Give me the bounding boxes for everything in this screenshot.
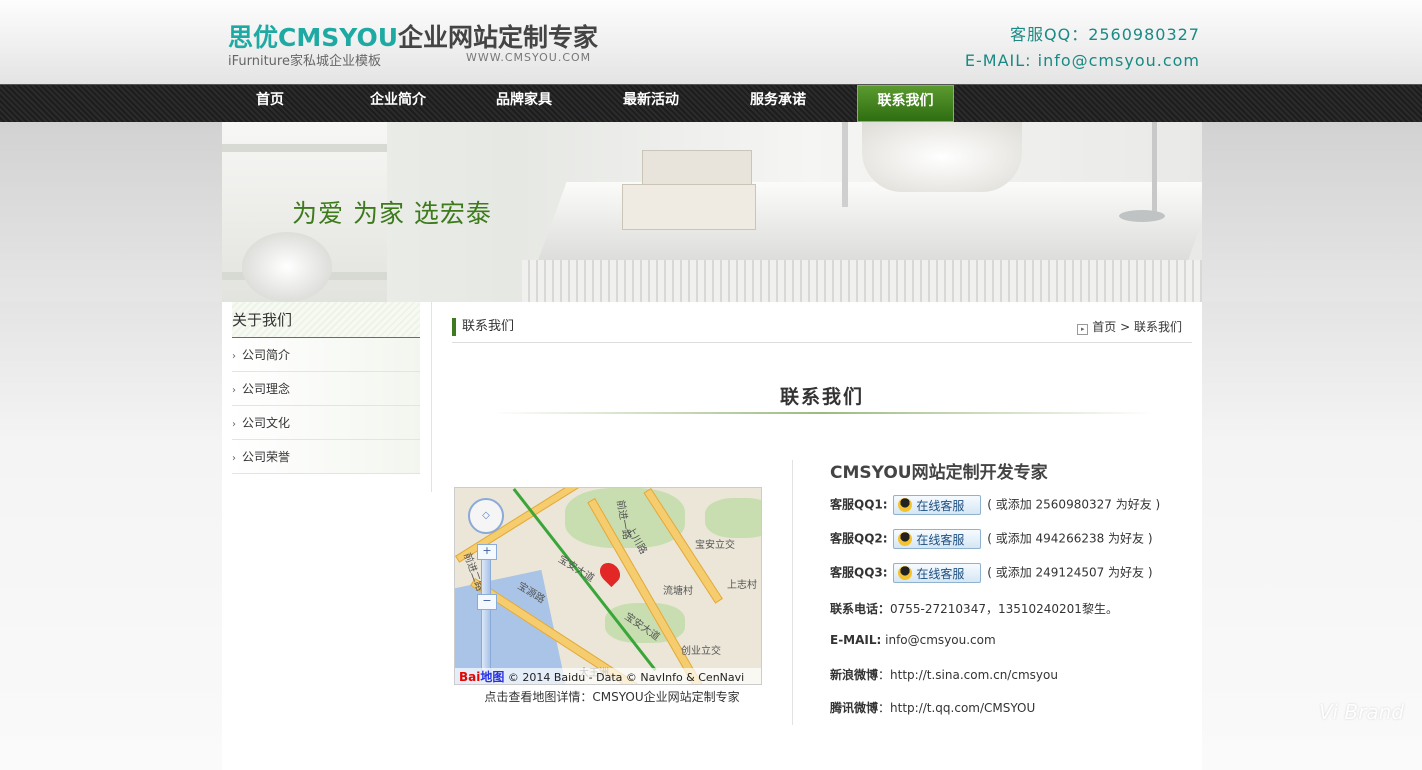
chevron-right-icon: › xyxy=(232,419,236,430)
qq-penguin-icon xyxy=(898,566,913,580)
logo-title: 思优CMSYOU企业网站定制专家 xyxy=(228,18,598,54)
sina-weibo-link[interactable]: ：http://t.sina.com.cn/cmsyou xyxy=(878,668,1058,682)
tencent-weibo-row: 腾讯微博：http://t.qq.com/CMSYOU xyxy=(830,699,1190,716)
nav-home[interactable]: 首页 xyxy=(222,85,318,122)
title-divider xyxy=(492,412,1152,414)
nav-brand-furniture[interactable]: 品牌家具 xyxy=(476,85,572,122)
map-location-marker[interactable] xyxy=(595,558,625,588)
qq-penguin-icon xyxy=(898,498,913,512)
nav-contact-us[interactable]: 联系我们 xyxy=(857,85,954,122)
shelf-board xyxy=(222,144,387,152)
nav-latest-events[interactable]: 最新活动 xyxy=(603,85,699,122)
qq-row-3: 客服QQ3: 在线客服 ( 或添加 249124507 为好友 ) xyxy=(830,563,1190,583)
breadcrumb-home-link[interactable]: 首页 xyxy=(1092,320,1116,334)
map-label: 上志村 xyxy=(727,580,757,591)
sidebar-item-label: 公司文化 xyxy=(242,416,291,430)
banner-slogan: 为爱 为家 选宏泰 xyxy=(292,199,492,228)
sidebar-item-label: 公司理念 xyxy=(242,382,291,396)
sidebar-item-label: 公司荣誉 xyxy=(242,450,291,464)
baidu-logo[interactable]: Bai地图 xyxy=(459,668,504,684)
sidebar-item-label: 公司简介 xyxy=(242,348,291,362)
qq-label: 客服QQ3: xyxy=(830,565,888,580)
qq-label: 客服QQ2: xyxy=(830,531,888,546)
map-footer: Bai地图 © 2014 Baidu - Data © NavInfo & Ce… xyxy=(455,668,761,684)
contact-title: CMSYOU网站定制开发专家 xyxy=(830,463,1048,483)
sidebar-item-company-intro[interactable]: › 公司简介 xyxy=(232,338,420,372)
logo-subtitle: iFurniture家私城企业模板 xyxy=(228,54,381,69)
email-label: E-MAIL: xyxy=(830,633,882,647)
header-contact: 客服QQ：2560980327 E-MAIL: info@cmsyou.com xyxy=(965,22,1200,74)
sidebar-item-company-philosophy[interactable]: › 公司理念 xyxy=(232,372,420,406)
map-zoom-in-button[interactable]: + xyxy=(477,544,497,560)
breadcrumb: ▸ 首页 > 联系我们 xyxy=(1077,319,1182,335)
chevron-right-icon: › xyxy=(232,351,236,362)
header-qq: 客服QQ：2560980327 xyxy=(1010,25,1200,44)
banner-chair-image xyxy=(862,122,1022,192)
column-divider xyxy=(792,460,793,725)
logo-brand-en: CMSYOU xyxy=(278,23,399,52)
banner-candle-stand xyxy=(842,122,848,207)
email-row: E-MAIL: info@cmsyou.com xyxy=(830,633,1190,647)
tencent-weibo-link[interactable]: ：http://t.qq.com/CMSYOU xyxy=(878,701,1035,715)
banner-box-image xyxy=(622,184,756,230)
section-title: 联系我们 xyxy=(452,318,514,336)
breadcrumb-separator: > xyxy=(1120,320,1131,334)
map-label: 宝安立交 xyxy=(695,540,735,551)
sidebar-item-company-culture[interactable]: › 公司文化 xyxy=(232,406,420,440)
logo-url: WWW.CMSYOU.COM xyxy=(466,51,592,64)
map-copyright: © 2014 Baidu - Data © NavInfo & CenNavi xyxy=(507,671,745,684)
chevron-right-icon: › xyxy=(232,385,236,396)
header-background xyxy=(0,0,1422,84)
banner-vase-image xyxy=(242,232,332,302)
sidebar-item-company-honors[interactable]: › 公司荣誉 xyxy=(232,440,420,474)
banner-drawer-image xyxy=(522,260,1202,302)
email-value[interactable]: info@cmsyou.com xyxy=(881,633,996,647)
qq-row-2: 客服QQ2: 在线客服 ( 或添加 494266238 为好友 ) xyxy=(830,529,1190,549)
main-content: 联系我们 ▸首页 > 联系我们 联系我们 宝安立交 上志村 流塘村 创业立交 xyxy=(452,302,1192,770)
qq-note: ( 或添加 249124507 为好友 ) xyxy=(987,565,1153,580)
banner-lamp-stand xyxy=(1152,122,1157,217)
home-icon: ▸ xyxy=(1077,324,1089,335)
breadcrumb-bar: 联系我们 ▸ 首页 > 联系我们 xyxy=(452,314,1192,343)
main-nav: 首页 企业简介 品牌家具 最新活动 服务承诺 联系我们 xyxy=(0,84,1422,122)
nav-service-promise[interactable]: 服务承诺 xyxy=(730,85,826,122)
map-caption-link[interactable]: 点击查看地图详情：CMSYOU企业网站定制专家 xyxy=(452,688,772,705)
header-email: E-MAIL: info@cmsyou.com xyxy=(964,51,1200,70)
map-label: 流塘村 xyxy=(663,586,693,597)
sina-weibo-label: 新浪微博 xyxy=(830,668,879,682)
tencent-weibo-label: 腾讯微博 xyxy=(830,701,879,715)
page-title: 联系我们 xyxy=(779,386,864,408)
banner-lamp-base xyxy=(1119,210,1165,222)
phone-row: 联系电话：0755-27210347，13510240201黎生。 xyxy=(830,600,1190,617)
online-service-button-3[interactable]: 在线客服 xyxy=(893,563,982,583)
online-service-button-2[interactable]: 在线客服 xyxy=(893,529,982,549)
breadcrumb-current-link[interactable]: 联系我们 xyxy=(1134,320,1182,334)
qq-penguin-icon xyxy=(898,532,913,546)
map-label: 宝安大道 xyxy=(556,553,596,585)
qq-note: ( 或添加 494266238 为好友 ) xyxy=(987,531,1153,546)
online-service-button-1[interactable]: 在线客服 xyxy=(893,495,982,515)
qq-row-1: 客服QQ1: 在线客服 ( 或添加 2560980327 为好友 ) xyxy=(830,495,1190,515)
map-park xyxy=(705,498,761,538)
chevron-right-icon: › xyxy=(232,453,236,464)
qq-note: ( 或添加 2560980327 为好友 ) xyxy=(987,497,1161,512)
nav-company-intro[interactable]: 企业简介 xyxy=(350,85,446,122)
map-pan-control[interactable]: ◇ xyxy=(468,498,504,534)
logo-brand-cn: 思优 xyxy=(228,23,279,52)
content-panel: 关于我们 › 公司简介 › 公司理念 › 公司文化 › 公司荣誉 联系我们 ▸ 首页 > … xyxy=(222,302,1202,770)
site-logo[interactable]: 思优CMSYOU企业网站定制专家 iFurniture家私城企业模板 WWW.C… xyxy=(228,18,608,69)
hero-banner: 为爱 为家 选宏泰 xyxy=(222,122,1202,302)
phone-value: 0755-27210347，13510240201黎生。 xyxy=(890,602,1118,616)
qq-label: 客服QQ1: xyxy=(830,497,888,512)
phone-label: 联系电话： xyxy=(830,602,891,616)
map-label: 创业立交 xyxy=(681,646,721,657)
sidebar-title: 关于我们 xyxy=(232,302,420,338)
logo-slogan: 企业网站定制专家 xyxy=(398,23,599,52)
map-zoom-out-button[interactable]: − xyxy=(477,594,497,610)
sidebar: 关于我们 › 公司简介 › 公司理念 › 公司文化 › 公司荣誉 xyxy=(222,302,432,492)
watermark-logo: Vi Brand xyxy=(1318,700,1404,724)
baidu-map[interactable]: 宝安立交 上志村 流塘村 创业立交 宝安大道 宝源路 大王洲 前进一路 前进二路… xyxy=(454,487,762,685)
sina-weibo-row: 新浪微博：http://t.sina.com.cn/cmsyou xyxy=(830,666,1190,683)
